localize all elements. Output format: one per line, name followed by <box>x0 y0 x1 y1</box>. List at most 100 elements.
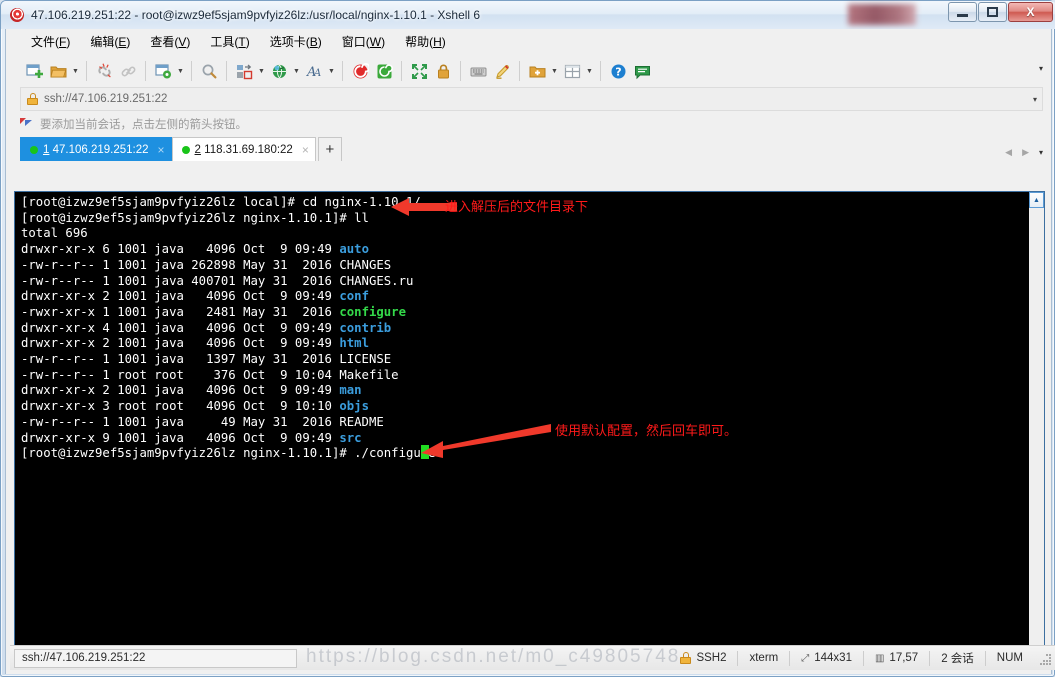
tab-prev-button[interactable]: ◀ <box>1005 147 1012 158</box>
xftp-icon[interactable] <box>372 59 396 83</box>
chevron-down-icon[interactable]: ▼ <box>326 60 337 82</box>
tab-label: 1 47.106.219.251:22 <box>43 144 149 156</box>
chat-balloon-icon[interactable] <box>630 59 654 83</box>
blurred-region <box>848 4 916 25</box>
minimize-button[interactable] <box>948 2 977 22</box>
status-protocol-label: SSH2 <box>696 652 726 664</box>
open-folder-icon[interactable] <box>46 59 70 83</box>
window-title: 47.106.219.251:22 - root@izwz9ef5sjam9pv… <box>31 8 480 22</box>
menu-item-5[interactable]: 选项卡(B) <box>261 29 331 54</box>
svg-text:?: ? <box>615 65 621 78</box>
terminal-screen[interactable]: [root@izwz9ef5sjam9pvfyiz26lz local]# cd… <box>15 192 1028 665</box>
toolbar-divider <box>191 61 192 81</box>
globe-encoding-icon[interactable] <box>267 59 291 83</box>
split-view-icon[interactable] <box>560 59 584 83</box>
tab-list-dropdown[interactable]: ▾ <box>1039 148 1043 157</box>
reconnect-link-icon[interactable] <box>116 59 140 83</box>
chevron-down-icon[interactable]: ▼ <box>175 60 186 82</box>
chevron-down-icon[interactable]: ▼ <box>256 60 267 82</box>
tab-1[interactable]: 1 47.106.219.251:22 × <box>20 137 172 161</box>
address-value: ssh://47.106.219.251:22 <box>44 93 167 105</box>
terminal-text: [root@izwz9ef5sjam9pvfyiz26lz local]# cd… <box>21 195 1028 462</box>
toolbar-divider <box>519 61 520 81</box>
red-blue-flag-icon <box>20 118 33 131</box>
xshell-window: 47.106.219.251:22 - root@izwz9ef5sjam9pv… <box>0 0 1055 677</box>
tab-strip: 1 47.106.219.251:22×2 118.31.69.180:22× … <box>6 137 1051 161</box>
xshell-spiral-icon[interactable] <box>348 59 372 83</box>
find-icon[interactable] <box>197 59 221 83</box>
status-protocol: SSH2 <box>669 652 737 664</box>
tab-navigation: ◀ ▶ ▾ <box>1005 147 1043 158</box>
menu-item-2[interactable]: 编辑(E) <box>81 29 139 54</box>
lock-icon <box>27 93 38 105</box>
status-cursor-label: 17,57 <box>889 652 918 664</box>
tab-close-icon[interactable]: × <box>302 143 309 157</box>
menu-item-3[interactable]: 查看(V) <box>141 29 199 54</box>
annotation-arrow-2 <box>421 424 551 458</box>
annotation-text-2: 使用默认配置，然后回车即可。 <box>555 420 737 439</box>
chevron-down-icon[interactable]: ▼ <box>70 60 81 82</box>
terminal-scrollbar[interactable]: ▲ ▼ <box>1028 192 1044 665</box>
cursor-icon: ▥ <box>875 653 884 664</box>
new-tab-button[interactable]: + <box>318 137 342 161</box>
help-icon[interactable]: ? <box>606 59 630 83</box>
status-sessions: 2 会话 <box>930 650 985 666</box>
connection-status-icon <box>182 146 190 154</box>
scroll-up-button[interactable]: ▲ <box>1029 192 1044 208</box>
maximize-button[interactable] <box>978 2 1007 22</box>
status-size-label: 144x31 <box>814 652 852 664</box>
status-terminal-type: xterm <box>738 652 789 664</box>
resize-grip[interactable] <box>1038 652 1051 665</box>
layout-icon[interactable] <box>232 59 256 83</box>
toolbar-divider <box>600 61 601 81</box>
connection-status-icon <box>30 146 38 154</box>
chevron-down-icon[interactable]: ▼ <box>291 60 302 82</box>
toolbar-divider <box>460 61 461 81</box>
status-size: ⤢ 144x31 <box>790 652 863 664</box>
font-icon[interactable]: AA <box>302 59 326 83</box>
tab-label: 2 118.31.69.180:22 <box>195 144 293 156</box>
menu-item-1[interactable]: 文件(F) <box>22 29 79 54</box>
annotation-text-1: 进入解压后的文件目录下 <box>445 196 588 215</box>
status-bar: ssh://47.106.219.251:22 SSH2 xterm ⤢ 144… <box>10 645 1055 670</box>
highlight-pen-icon[interactable] <box>490 59 514 83</box>
tab-close-icon[interactable]: × <box>158 143 165 157</box>
tab-2[interactable]: 2 118.31.69.180:22 × <box>172 137 316 161</box>
disconnect-icon[interactable] <box>92 59 116 83</box>
close-button[interactable]: X <box>1008 2 1053 22</box>
chevron-down-icon[interactable]: ▼ <box>584 60 595 82</box>
menu-item-6[interactable]: 窗口(W) <box>333 29 394 54</box>
lock-icon[interactable] <box>431 59 455 83</box>
title-bar: 47.106.219.251:22 - root@izwz9ef5sjam9pv… <box>1 1 1055 29</box>
menu-item-4[interactable]: 工具(T) <box>201 29 258 54</box>
toolbar-divider <box>226 61 227 81</box>
chevron-down-icon[interactable]: ▾ <box>1033 95 1037 104</box>
svg-text:A: A <box>313 68 321 79</box>
add-to-folder-icon[interactable] <box>525 59 549 83</box>
fullscreen-icon[interactable] <box>407 59 431 83</box>
scroll-track[interactable] <box>1029 209 1044 648</box>
xshell-spiral-icon <box>9 7 25 23</box>
window-controls: X <box>948 2 1053 22</box>
status-indicators: SSH2 xterm ⤢ 144x31 ▥ 17,57 2 会话 NUM <box>669 650 1055 666</box>
toolbar-divider <box>145 61 146 81</box>
toolbar-buttons: ▼▼▼▼AA▼▼▼? <box>22 59 654 83</box>
resize-icon: ⤢ <box>801 653 809 664</box>
terminal-panel: [root@izwz9ef5sjam9pvfyiz26lz local]# cd… <box>14 191 1045 666</box>
status-connection: ssh://47.106.219.251:22 <box>14 649 297 668</box>
toolbar-overflow-button[interactable]: ▾ <box>1039 64 1043 73</box>
chevron-down-icon[interactable]: ▼ <box>549 60 560 82</box>
menu-item-7[interactable]: 帮助(H) <box>396 29 455 54</box>
tab-next-button[interactable]: ▶ <box>1022 147 1029 158</box>
new-session-icon[interactable] <box>22 59 46 83</box>
lock-icon <box>680 652 691 664</box>
toolbar-divider <box>86 61 87 81</box>
toolbar-divider <box>401 61 402 81</box>
keyboard-icon[interactable] <box>466 59 490 83</box>
toolbar: ▼▼▼▼AA▼▼▼? ▾ <box>6 55 1051 87</box>
address-bar[interactable]: ssh://47.106.219.251:22 ▾ <box>20 87 1043 111</box>
session-properties-icon[interactable] <box>151 59 175 83</box>
toolbar-divider <box>342 61 343 81</box>
add-session-hint: 要添加当前会话，点击左侧的箭头按钮。 <box>6 111 1051 137</box>
client-area: 文件(F)编辑(E)查看(V)工具(T)选项卡(B)窗口(W)帮助(H) ▼ ▼ ▼… <box>5 29 1052 674</box>
